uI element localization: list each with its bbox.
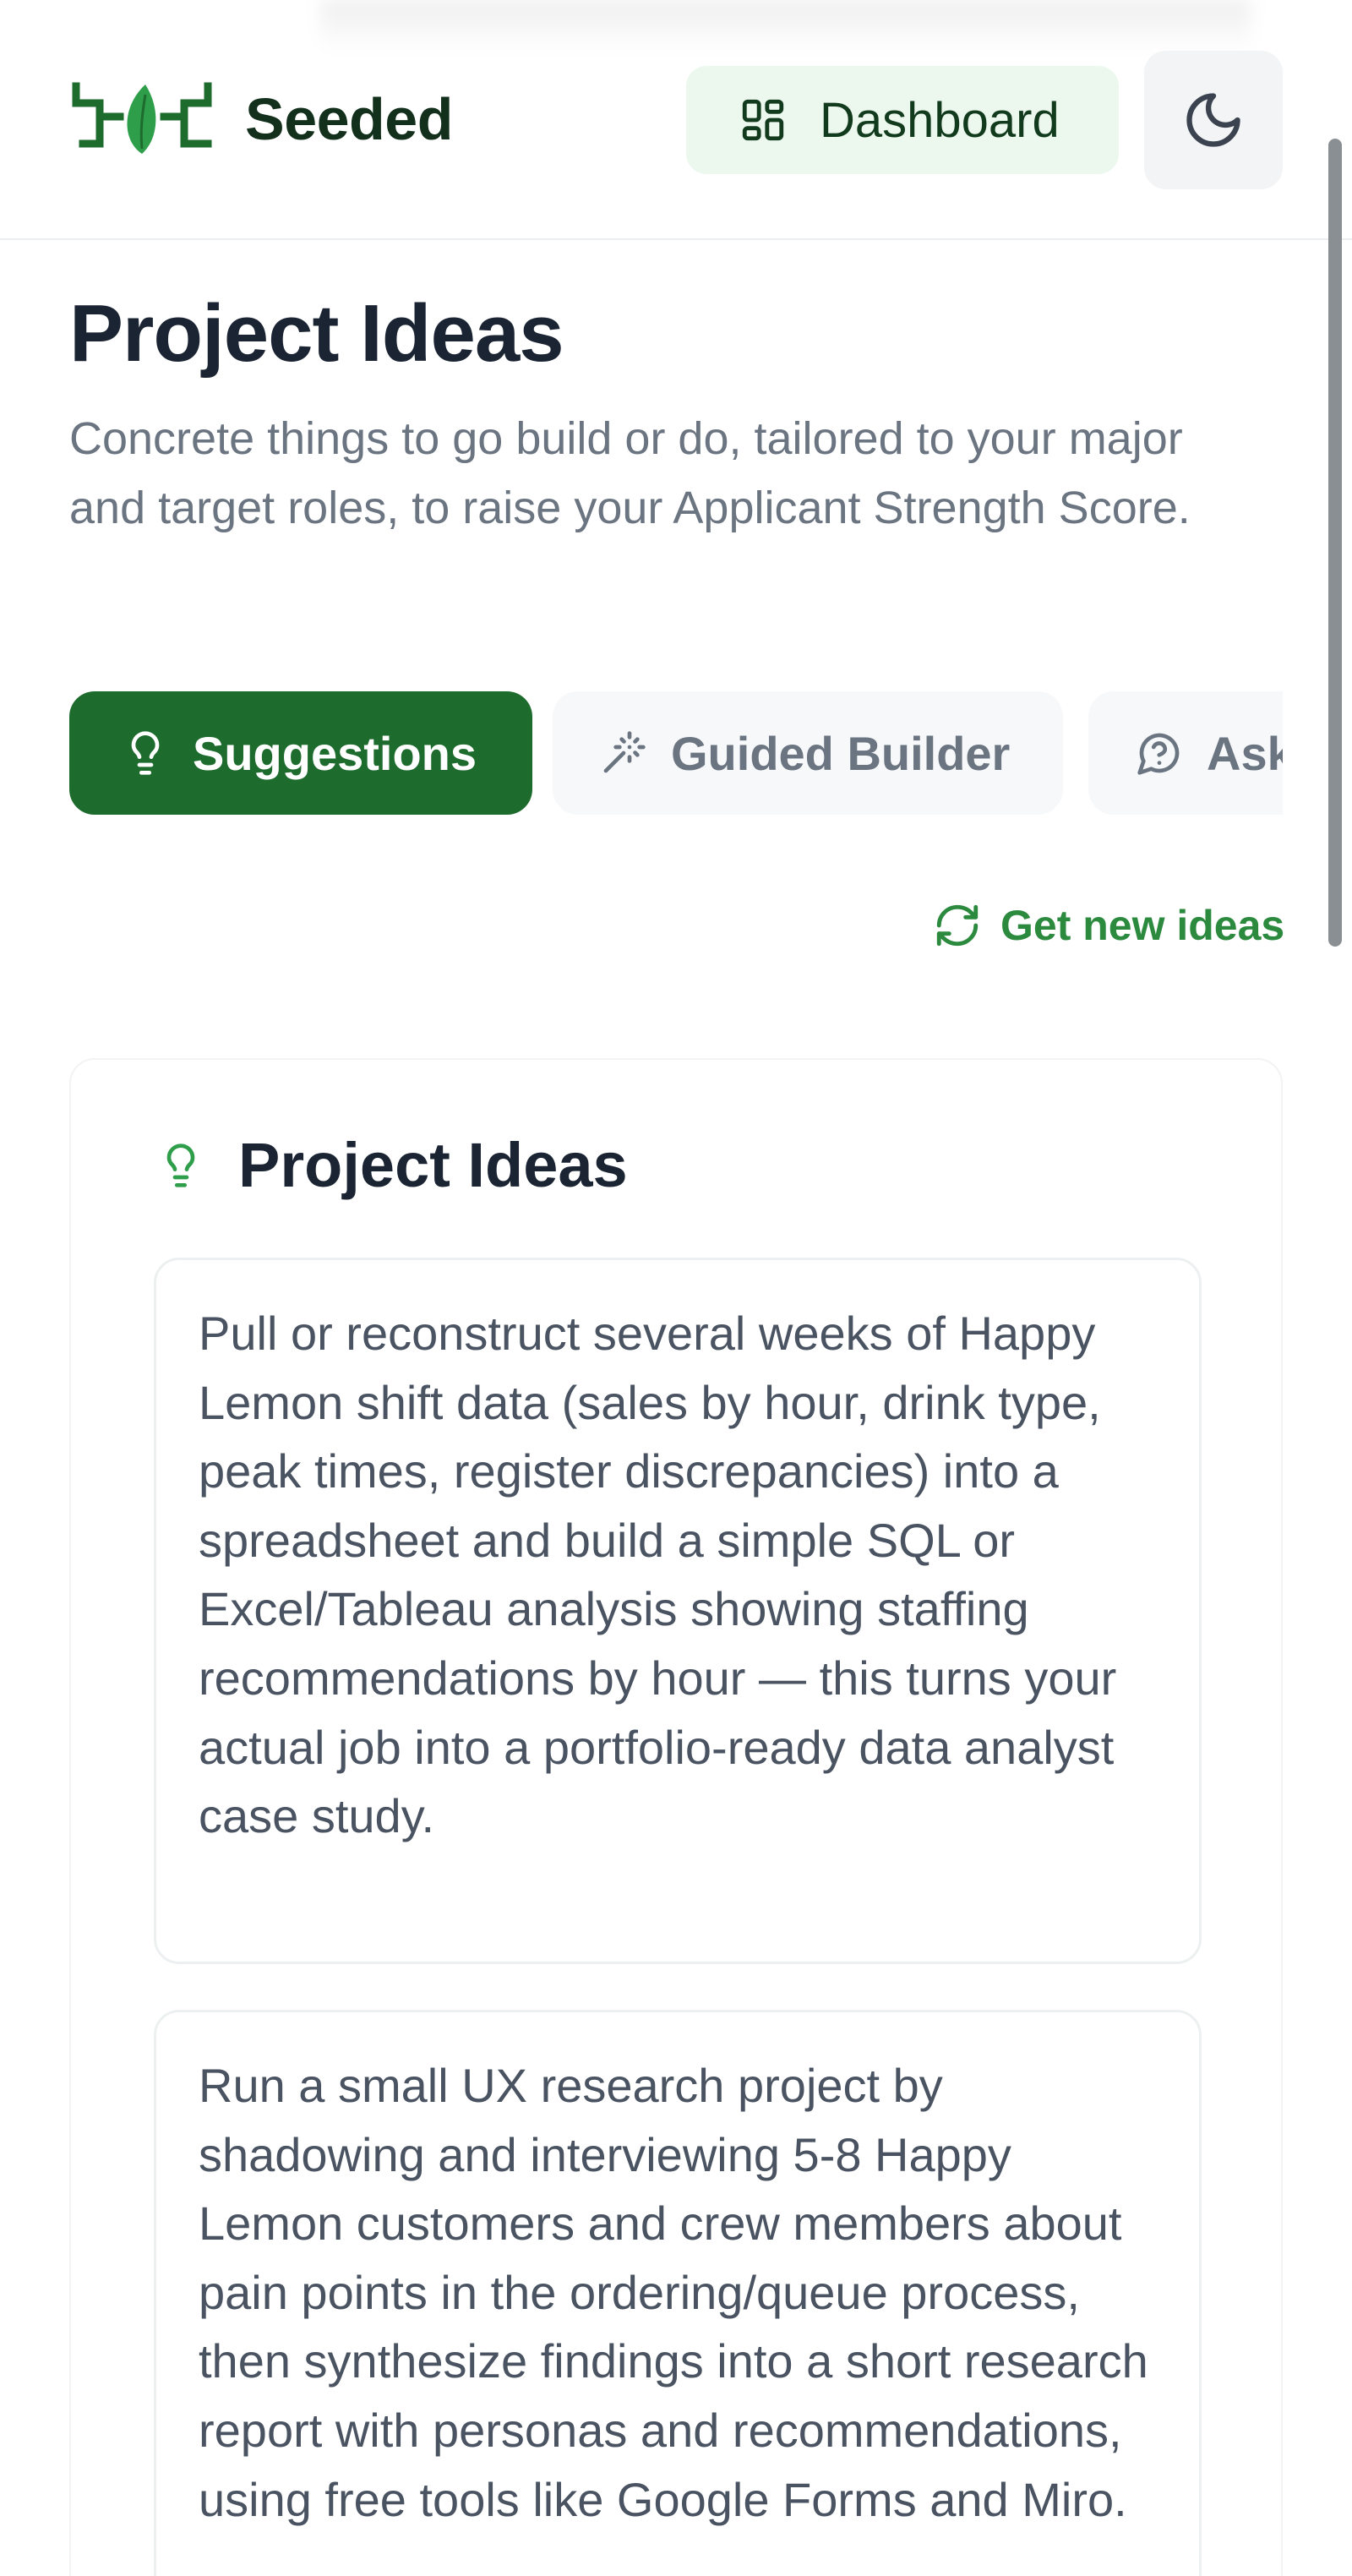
tab-suggestions-label: Suggestions xyxy=(193,726,477,780)
project-ideas-card: Project Ideas Pull or reconstruct severa… xyxy=(69,1058,1283,2576)
idea-card[interactable]: Pull or reconstruct several weeks of Hap… xyxy=(154,1258,1202,1964)
page-title: Project Ideas xyxy=(69,288,564,379)
card-title: Project Ideas xyxy=(238,1130,628,1200)
moon-icon xyxy=(1186,93,1240,147)
page: Seeded Dashboard Project Ideas Concrete … xyxy=(0,0,1352,2576)
tab-guided-builder-label: Guided Builder xyxy=(671,726,1011,780)
tab-ask[interactable]: Ask xyxy=(1088,691,1283,815)
tab-suggestions[interactable]: Suggestions xyxy=(69,691,532,815)
top-bar: Seeded Dashboard xyxy=(0,0,1352,240)
page-subtitle: Concrete things to go build or do, tailo… xyxy=(69,413,1191,533)
card-header: Project Ideas xyxy=(157,1129,628,1201)
lightbulb-icon xyxy=(131,731,160,775)
idea-card[interactable]: Run a small UX research project by shado… xyxy=(154,2010,1202,2576)
tab-guided-builder[interactable]: Guided Builder xyxy=(553,691,1063,815)
idea-text: Run a small UX research project by shado… xyxy=(199,2059,1148,2526)
scrollbar-thumb[interactable] xyxy=(1328,139,1342,947)
seeded-logo-icon xyxy=(72,82,212,154)
dashboard-button[interactable]: Dashboard xyxy=(686,66,1119,174)
chat-question-icon xyxy=(1137,733,1180,775)
brand-name: Seeded xyxy=(245,86,454,152)
lightbulb-icon xyxy=(166,1143,195,1187)
tab-ask-label: Ask xyxy=(1207,726,1283,780)
theme-toggle-button[interactable] xyxy=(1144,51,1283,189)
dashboard-label: Dashboard xyxy=(820,92,1060,148)
get-new-ideas-label: Get new ideas xyxy=(1000,902,1285,949)
idea-text: Pull or reconstruct several weeks of Hap… xyxy=(199,1307,1117,1843)
tab-bar: Suggestions Guided Builder Ask xyxy=(69,691,1283,816)
get-new-ideas-button[interactable]: Get new ideas xyxy=(933,896,1284,955)
dashboard-grid-icon xyxy=(742,99,784,141)
header-shadow xyxy=(321,0,1251,51)
refresh-icon xyxy=(936,904,979,947)
brand[interactable]: Seeded xyxy=(69,81,454,157)
magic-wand-icon xyxy=(603,731,646,773)
